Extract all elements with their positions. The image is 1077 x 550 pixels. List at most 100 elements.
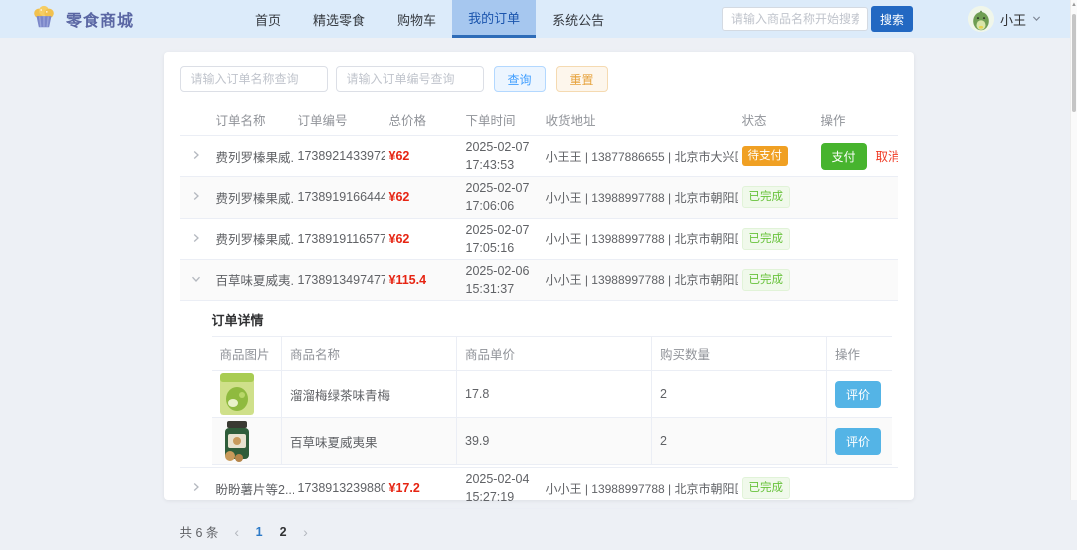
order-address: 小小王 | 13988997788 | 北京市朝阳区东... [542,177,738,218]
order-date: 2025-02-07 [466,179,538,197]
product-action-cell: 评价 [827,418,892,465]
detail-header-row: 商品图片商品名称商品单价购买数量操作 [212,337,892,371]
order-status-cell: 已完成 [738,259,817,300]
cancel-link[interactable]: 取消 [876,150,898,164]
order-number: 1738921433972 [294,136,385,177]
expand-column-header [180,104,212,136]
nav-item-1[interactable]: 精选零食 [297,0,381,38]
pagination-next-button[interactable]: › [295,524,316,540]
order-total-price: ¥62 [385,136,462,177]
order-actions-cell [817,177,898,218]
app-header: 零食商城 首页精选零食购物车我的订单系统公告 搜索 小王 [0,0,1077,38]
order-row-3: 百草味夏威夷...1738913497477¥115.42025-02-0615… [180,259,898,300]
order-actions-cell [817,259,898,300]
review-button[interactable]: 评价 [835,428,881,455]
order-clock-time: 17:43:53 [466,156,538,174]
user-menu[interactable]: 小王 [968,6,1041,32]
status-badge: 待支付 [742,146,789,166]
order-detail-title: 订单详情 [212,310,892,329]
expand-row-icon[interactable] [180,177,212,218]
order-status-cell: 已完成 [738,468,817,509]
user-avatar [968,6,994,32]
detail-column-header-4: 操作 [827,337,892,371]
order-address: 小小王 | 13988997788 | 北京市朝阳区东... [542,468,738,509]
query-button[interactable]: 查询 [494,66,546,92]
order-name: 费列罗榛果威... [212,177,294,218]
page-scrollbar[interactable]: ▲ [1070,0,1077,500]
orders-column-header-1: 订单编号 [294,104,385,136]
order-name-filter-input[interactable] [180,66,328,92]
order-clock-time: 15:31:37 [466,280,538,298]
order-address: 小小王 | 13988997788 | 北京市朝阳区东... [542,218,738,259]
reset-button[interactable]: 重置 [556,66,608,92]
scrollbar-up-arrow-icon[interactable]: ▲ [1071,2,1077,8]
orders-column-header-3: 下单时间 [462,104,542,136]
order-name: 百草味夏威夷... [212,259,294,300]
username: 小王 [1000,10,1026,29]
pagination-page-2[interactable]: 2 [271,525,295,539]
product-action-cell: 评价 [827,371,892,418]
chevron-down-icon [1032,10,1041,28]
product-image-cell [212,371,282,418]
order-address: 小小王 | 13988997788 | 北京市朝阳区东... [542,259,738,300]
order-actions-cell [817,468,898,509]
order-address: 小王王 | 13877886655 | 北京市大兴区枫... [542,136,738,177]
nav-item-3[interactable]: 我的订单 [452,0,536,38]
brand[interactable]: 零食商城 [30,0,134,38]
order-clock-time: 17:05:16 [466,239,538,257]
nav-item-2[interactable]: 购物车 [381,0,452,38]
product-price: 39.9 [457,418,652,465]
order-clock-time: 17:06:06 [466,197,538,215]
expand-row-icon[interactable] [180,218,212,259]
status-badge: 已完成 [742,477,791,499]
product-quantity: 2 [652,418,827,465]
scrollbar-thumb[interactable] [1072,14,1076,112]
order-detail-row: 订单详情商品图片商品名称商品单价购买数量操作溜溜梅绿茶味青梅17.82评价百草味… [180,301,898,468]
orders-column-header-6: 操作 [817,104,898,136]
orders-column-header-2: 总价格 [385,104,462,136]
review-button[interactable]: 评价 [835,381,881,408]
detail-product-row-0: 溜溜梅绿茶味青梅17.82评价 [212,371,892,418]
collapse-row-icon[interactable] [180,259,212,300]
expand-row-icon[interactable] [180,468,212,509]
filter-bar: 查询 重置 [180,66,898,92]
status-badge: 已完成 [742,228,791,250]
detail-column-header-0: 商品图片 [212,337,282,371]
orders-table-body: 费列罗榛果威...1738921433972¥622025-02-0717:43… [180,136,898,509]
pay-button[interactable]: 支付 [821,143,867,170]
brand-title: 零食商城 [66,7,134,31]
pagination-prev-button[interactable]: ‹ [226,524,247,540]
order-total-price: ¥17.2 [385,468,462,509]
order-status-cell: 已完成 [738,177,817,218]
detail-column-header-2: 商品单价 [457,337,652,371]
expand-row-icon[interactable] [180,136,212,177]
product-image-cell [212,418,282,465]
order-time: 2025-02-0717:05:16 [462,218,542,259]
order-total-price: ¥62 [385,218,462,259]
order-clock-time: 15:27:19 [466,488,538,506]
order-detail-table: 商品图片商品名称商品单价购买数量操作溜溜梅绿茶味青梅17.82评价百草味夏威夷果… [212,336,892,465]
pagination-page-1[interactable]: 1 [247,525,271,539]
order-time: 2025-02-0615:31:37 [462,259,542,300]
nav-item-4[interactable]: 系统公告 [536,0,620,38]
detail-column-header-3: 购买数量 [652,337,827,371]
order-time: 2025-02-0717:06:06 [462,177,542,218]
orders-table: 订单名称订单编号总价格下单时间收货地址状态操作 费列罗榛果威...1738921… [180,104,898,509]
search-button[interactable]: 搜索 [871,6,913,32]
nav-item-0[interactable]: 首页 [239,0,297,38]
product-search-input[interactable] [722,7,868,31]
order-date: 2025-02-06 [466,262,538,280]
product-quantity: 2 [652,371,827,418]
orders-column-header-5: 状态 [738,104,817,136]
detail-column-header-1: 商品名称 [282,337,457,371]
order-actions-cell [817,218,898,259]
order-number-filter-input[interactable] [336,66,484,92]
order-actions-cell: 支付取消 [817,136,898,177]
orders-column-header-0: 订单名称 [212,104,294,136]
product-name: 百草味夏威夷果 [282,418,457,465]
order-name: 盼盼薯片等2... [212,468,294,509]
status-badge: 已完成 [742,186,791,208]
header-right: 搜索 小王 [722,0,1077,38]
order-date: 2025-02-07 [466,221,538,239]
order-row-2: 费列罗榛果威...1738919116577¥622025-02-0717:05… [180,218,898,259]
